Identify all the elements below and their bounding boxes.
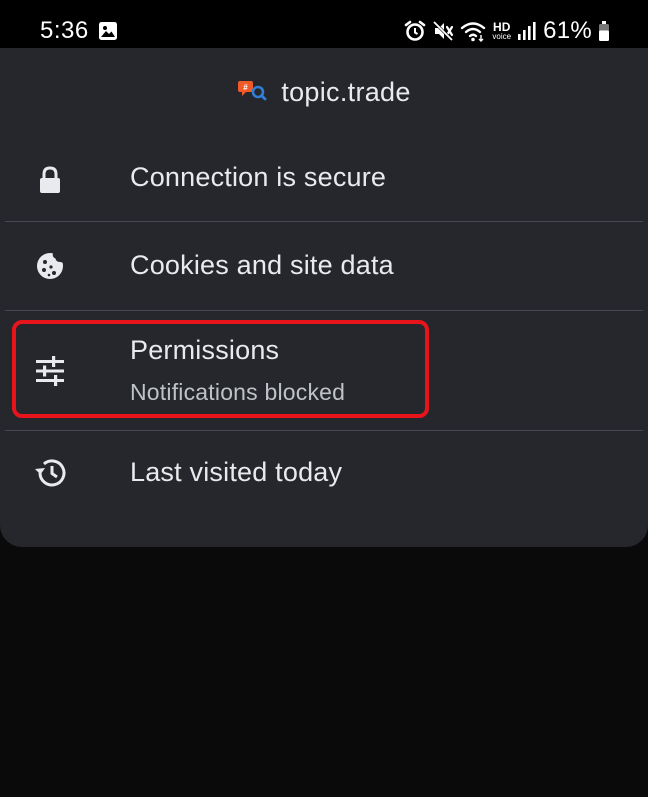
svg-text:#: #: [244, 83, 249, 92]
status-icons: HD voice 61%: [404, 16, 610, 46]
site-domain: topic.trade: [281, 76, 411, 107]
connection-label: Connection is secure: [130, 162, 387, 192]
gallery-icon: [98, 21, 118, 41]
signal-icon: [517, 21, 537, 41]
hd-voice-icon: HD voice: [492, 20, 512, 41]
alarm-icon: [404, 20, 426, 42]
lock-icon: [34, 164, 66, 201]
screen: 5:36 HD voice 61% # topic.trade Connecti…: [0, 0, 648, 797]
tune-icon: [34, 355, 66, 392]
battery-icon: [598, 20, 610, 42]
permissions-status: Notifications blocked: [130, 379, 346, 405]
permissions-label: Permissions: [130, 335, 280, 365]
history-label: Last visited today: [130, 457, 343, 487]
wifi-icon: [460, 20, 486, 42]
mute-icon: [432, 20, 454, 42]
page-info-sheet: # topic.trade Connection is secure Cooki…: [0, 48, 648, 547]
history-row[interactable]: Last visited today: [0, 431, 648, 515]
site-header: # topic.trade: [0, 72, 648, 112]
cookies-label: Cookies and site data: [130, 250, 394, 280]
permissions-row[interactable]: Permissions Notifications blocked: [0, 311, 648, 430]
connection-row[interactable]: Connection is secure: [0, 144, 648, 222]
cookies-row[interactable]: Cookies and site data: [0, 222, 648, 310]
cookie-icon: [34, 250, 66, 287]
history-icon: [34, 457, 68, 494]
battery-percent: 61%: [543, 17, 592, 44]
status-bar: 5:36 HD voice 61%: [0, 0, 648, 48]
site-favicon: #: [237, 77, 267, 108]
status-time: 5:36: [40, 17, 89, 44]
